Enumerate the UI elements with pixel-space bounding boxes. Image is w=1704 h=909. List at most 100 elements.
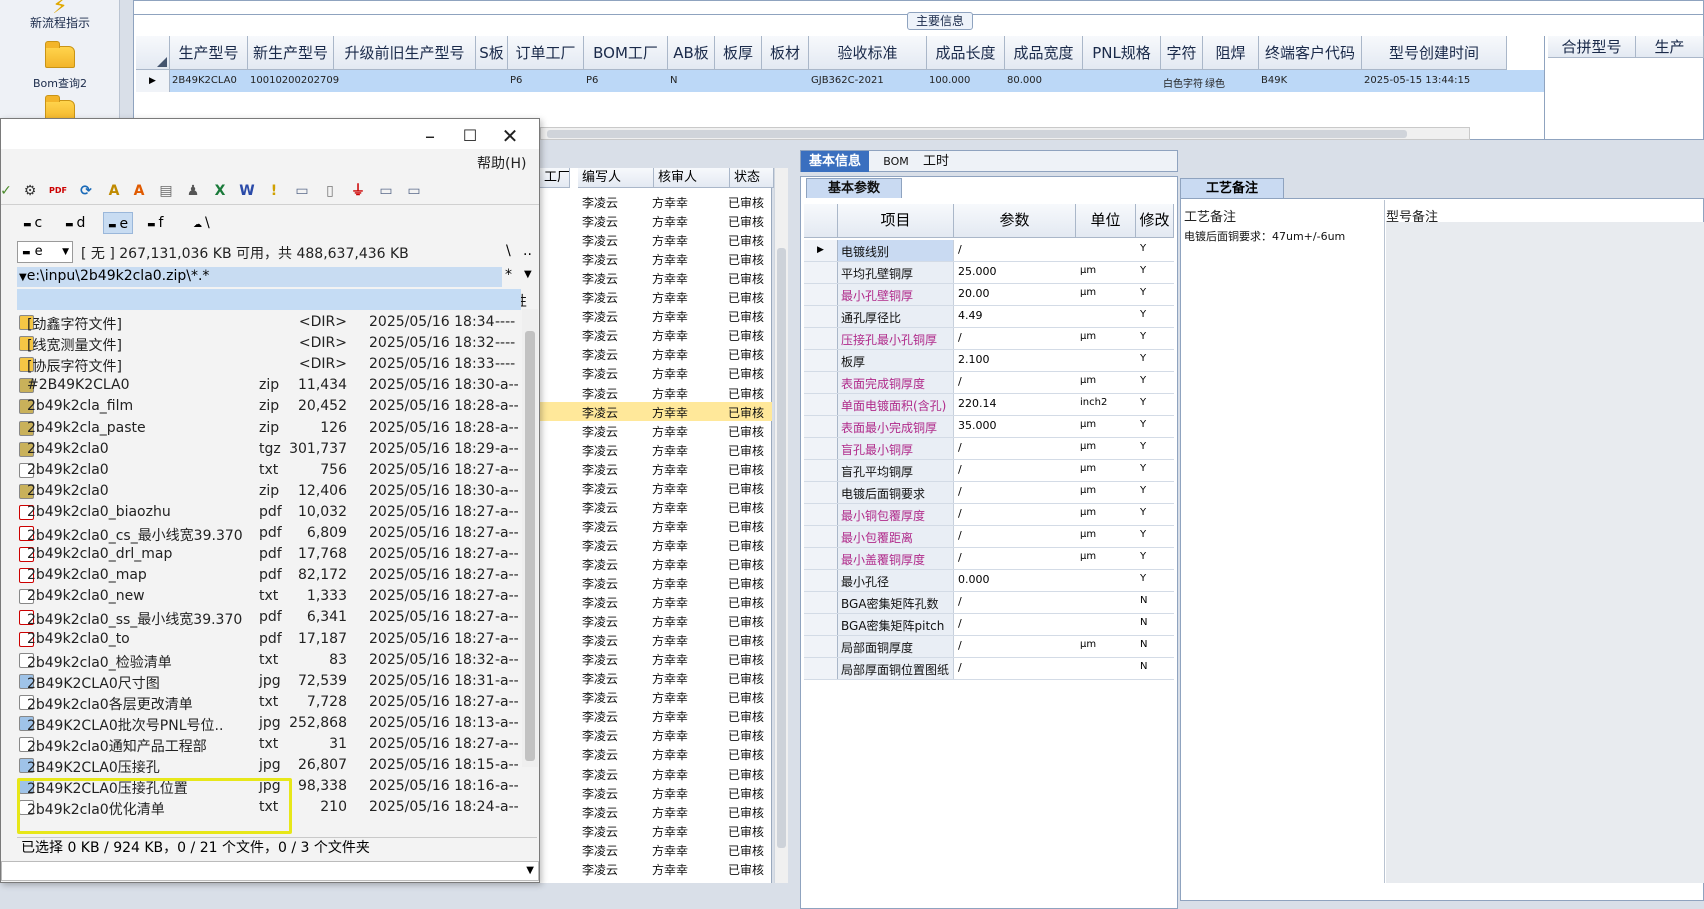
root-dir-button[interactable]: \ bbox=[506, 243, 511, 259]
transfer-icon[interactable]: ⚙ bbox=[19, 181, 41, 201]
detail-row[interactable]: 电镀后面铜要求 / μm Y bbox=[804, 482, 1174, 504]
mid-list-row[interactable]: 李凌云 方幸幸 已审核 bbox=[540, 516, 772, 535]
path-filter[interactable]: * bbox=[505, 267, 512, 283]
mid-list-row[interactable]: 李凌云 方幸幸 已审核 bbox=[540, 668, 772, 687]
file-row[interactable]: #2B49K2CLA0 zip 11,434 2025/05/16 18:30 -a-- bbox=[17, 375, 523, 396]
grid-col-header[interactable]: BOM工厂 bbox=[584, 36, 668, 70]
detail-row[interactable]: 平均孔壁铜厚 25.000 μm Y bbox=[804, 262, 1174, 284]
mid-list-row[interactable]: 李凌云 方幸幸 已审核 bbox=[540, 535, 772, 554]
grid-col-header[interactable]: 订单工厂 bbox=[508, 36, 584, 70]
parent-dir-button[interactable]: .. bbox=[523, 243, 532, 259]
excel-icon[interactable]: X bbox=[209, 181, 231, 201]
mid-list-row[interactable]: 李凌云 方幸幸 已审核 bbox=[540, 725, 772, 744]
detail-row[interactable]: BGA密集矩阵孔数 / N bbox=[804, 592, 1174, 614]
detail-col-header[interactable]: 项目 bbox=[838, 204, 954, 238]
mid-list-row[interactable]: 李凌云 方幸幸 已审核 bbox=[540, 211, 772, 230]
mid-list-row[interactable]: 李凌云 方幸幸 已审核 bbox=[540, 192, 772, 211]
detail-row[interactable]: 局部厚面铜位置图纸 / N bbox=[804, 658, 1174, 680]
file-row[interactable]: 2b49k2cla0_ss_最小线宽39.370 pdf 6,341 2025/05/… bbox=[17, 607, 523, 628]
mid-list-row[interactable]: 李凌云 方幸幸 已审核 bbox=[540, 497, 772, 516]
file-row[interactable]: 2b49k2cla0 zip 12,406 2025/05/16 18:30 -a-- bbox=[17, 481, 523, 502]
grid-col-header[interactable]: 字符 bbox=[1161, 36, 1203, 70]
file-row[interactable]: 2b49k2cla0_cs_最小线宽39.370 pdf 6,809 2025/05/… bbox=[17, 523, 523, 544]
detail-row[interactable]: 最小孔径 0.000 Y bbox=[804, 570, 1174, 592]
text-icon[interactable]: A bbox=[128, 181, 150, 201]
grid-col-header[interactable]: 新生产型号 bbox=[248, 36, 334, 70]
detail-row[interactable]: 最小铜包覆厚度 / μm Y bbox=[804, 504, 1174, 526]
detail-row[interactable]: 单面电镀面积(含孔) 220.14 inch2 Y bbox=[804, 394, 1174, 416]
grid-col-header[interactable]: AB板 bbox=[668, 36, 715, 70]
acrobat-icon[interactable]: ⏚ bbox=[347, 181, 369, 201]
mid-list-row[interactable]: 李凌云 方幸幸 已审核 bbox=[540, 706, 772, 725]
mid-list-row[interactable]: 李凌云 方幸幸 已审核 bbox=[540, 592, 772, 611]
grid-col-header[interactable]: S板 bbox=[476, 36, 508, 70]
file-row[interactable]: 2b49k2cla0_map pdf 82,172 2025/05/16 18:27-… bbox=[17, 565, 523, 586]
mid-list-row[interactable]: 李凌云 方幸幸 已审核 bbox=[540, 230, 772, 249]
chevron-down-icon[interactable]: ▼ bbox=[524, 269, 532, 280]
mid-list-row[interactable]: 李凌云 方幸幸 已审核 bbox=[540, 687, 772, 706]
file-row[interactable]: 2b49k2cla0各层更改清单 txt 7,728 2025/05/16 18:27… bbox=[17, 692, 523, 713]
subtab-basic-params[interactable]: 基本参数 bbox=[806, 178, 902, 198]
grid-col-header[interactable]: 生产型号 bbox=[170, 36, 248, 70]
warning-icon[interactable]: ! bbox=[263, 181, 285, 201]
tab-bom[interactable]: BOM bbox=[876, 151, 916, 172]
grid-col-header[interactable]: 验收标准 bbox=[809, 36, 927, 70]
file-row[interactable]: 2b49k2cla0 tgz 301,737 2025/05/16 18:29 -a-- bbox=[17, 439, 523, 460]
detail-row[interactable]: 盲孔最小铜厚 / μm Y bbox=[804, 438, 1174, 460]
launcher-item-new-flow[interactable]: ⚡ 新流程指示 bbox=[0, 0, 120, 31]
mid-list-row[interactable]: 李凌云 方幸幸 已审核 bbox=[540, 306, 772, 325]
drive-tab-f[interactable]: ▬ f bbox=[143, 212, 167, 234]
file-row[interactable]: 2b49k2cla0_检验清单 txt 83 2025/05/16 18:32 -a-- bbox=[17, 650, 523, 671]
detail-row[interactable]: 局部面铜厚度 / μm N bbox=[804, 636, 1174, 658]
mid-list-row[interactable]: 李凌云 方幸幸 已审核 bbox=[540, 802, 772, 821]
grid-col-header[interactable]: PNL规格 bbox=[1083, 36, 1161, 70]
mid-list-row[interactable]: 李凌云 方幸幸 已审核 bbox=[540, 401, 772, 421]
file-list-scrollbar[interactable] bbox=[522, 309, 538, 767]
file-row[interactable]: [线宽测量文件] <DIR> 2025/05/16 18:32 ---- bbox=[17, 333, 523, 354]
window-icon[interactable]: ▭ bbox=[291, 181, 313, 201]
mid-col-header[interactable]: 状态 bbox=[730, 168, 774, 188]
mid-list-row[interactable]: 李凌云 方幸幸 已审核 bbox=[540, 363, 772, 382]
detail-row[interactable]: 最小孔壁铜厚 20.00 μm Y bbox=[804, 284, 1174, 306]
drive-tab-network[interactable]: ☁ \ bbox=[189, 212, 214, 234]
detail-row[interactable]: 表面完成铜厚度 / μm Y bbox=[804, 372, 1174, 394]
mid-list-row[interactable]: 李凌云 方幸幸 已审核 bbox=[540, 249, 772, 268]
grid-col-header[interactable]: 成品宽度 bbox=[1005, 36, 1083, 70]
mid-list-row[interactable]: 李凌云 方幸幸 已审核 bbox=[540, 287, 772, 306]
mid-list-row[interactable]: 李凌云 方幸幸 已审核 bbox=[540, 611, 772, 630]
minimize-icon[interactable]: – bbox=[415, 121, 445, 151]
mid-list-row[interactable]: 李凌云 方幸幸 已审核 bbox=[540, 573, 772, 592]
mid-list-scrollbar[interactable] bbox=[774, 168, 788, 883]
grid-col-header[interactable]: 板厚 bbox=[715, 36, 762, 70]
file-row[interactable]: 2b49k2cla0 txt 756 2025/05/16 18:27 -a-- bbox=[17, 460, 523, 481]
command-line[interactable]: ▼ bbox=[1, 861, 539, 881]
mid-list-row[interactable]: 李凌云 方幸幸 已审核 bbox=[540, 859, 772, 878]
detail-row[interactable]: 最小盖覆铜厚度 / μm Y bbox=[804, 548, 1174, 570]
mid-list-row[interactable]: 李凌云 方幸幸 已审核 bbox=[540, 630, 772, 649]
detail-col-header[interactable]: 修改 bbox=[1136, 204, 1174, 238]
grid-col-header-extra[interactable]: 生产 bbox=[1636, 36, 1704, 58]
user-icon[interactable]: ♟ bbox=[182, 181, 204, 201]
tab-work-hours[interactable]: 工时 bbox=[916, 151, 956, 172]
mid-list-row[interactable]: 李凌云 方幸幸 已审核 bbox=[540, 440, 772, 459]
file-row[interactable]: 2b49k2cla_film zip 20,452 2025/05/16 18:28-… bbox=[17, 396, 523, 417]
mid-list-row[interactable]: 李凌云 方幸幸 已审核 bbox=[540, 840, 772, 859]
grid-col-header-extra[interactable]: 合拼型号 bbox=[1548, 36, 1636, 58]
remark-text[interactable]: 电镀后面铜要求：47um+/-6um bbox=[1184, 228, 1374, 244]
drive-tab-d[interactable]: ▬ d bbox=[61, 212, 89, 234]
refresh-icon[interactable]: ⟳ bbox=[75, 181, 97, 201]
detail-row[interactable]: 盲孔平均铜厚 / μm Y bbox=[804, 460, 1174, 482]
detail-row[interactable]: 通孔厚径比 4.49 Y bbox=[804, 306, 1174, 328]
detail-col-header[interactable]: 单位 bbox=[1076, 204, 1136, 238]
tab-process-remark[interactable]: 工艺备注 bbox=[1180, 178, 1284, 198]
file-row[interactable]: [劲鑫字符文件] <DIR> 2025/05/16 18:34 ---- bbox=[17, 312, 523, 333]
grid-col-header[interactable]: 升级前旧生产型号 bbox=[334, 36, 476, 70]
path-bar[interactable]: ▼e:\inpu\2b49k2cla0.zip\*.* bbox=[17, 267, 502, 287]
file-row[interactable]: [协辰字符文件] <DIR> 2025/05/16 18:33 ---- bbox=[17, 354, 523, 375]
doc-icon[interactable]: ▯ bbox=[319, 181, 341, 201]
detail-row[interactable]: 压接孔最小孔铜厚 / μm Y bbox=[804, 328, 1174, 350]
mid-list-row[interactable]: 李凌云 方幸幸 已审核 bbox=[540, 554, 772, 573]
mid-list-row[interactable]: 李凌云 方幸幸 已审核 bbox=[540, 821, 772, 840]
detail-row[interactable]: 板厚 2.100 Y bbox=[804, 350, 1174, 372]
mid-list-row[interactable]: 李凌云 方幸幸 已审核 bbox=[540, 764, 772, 783]
